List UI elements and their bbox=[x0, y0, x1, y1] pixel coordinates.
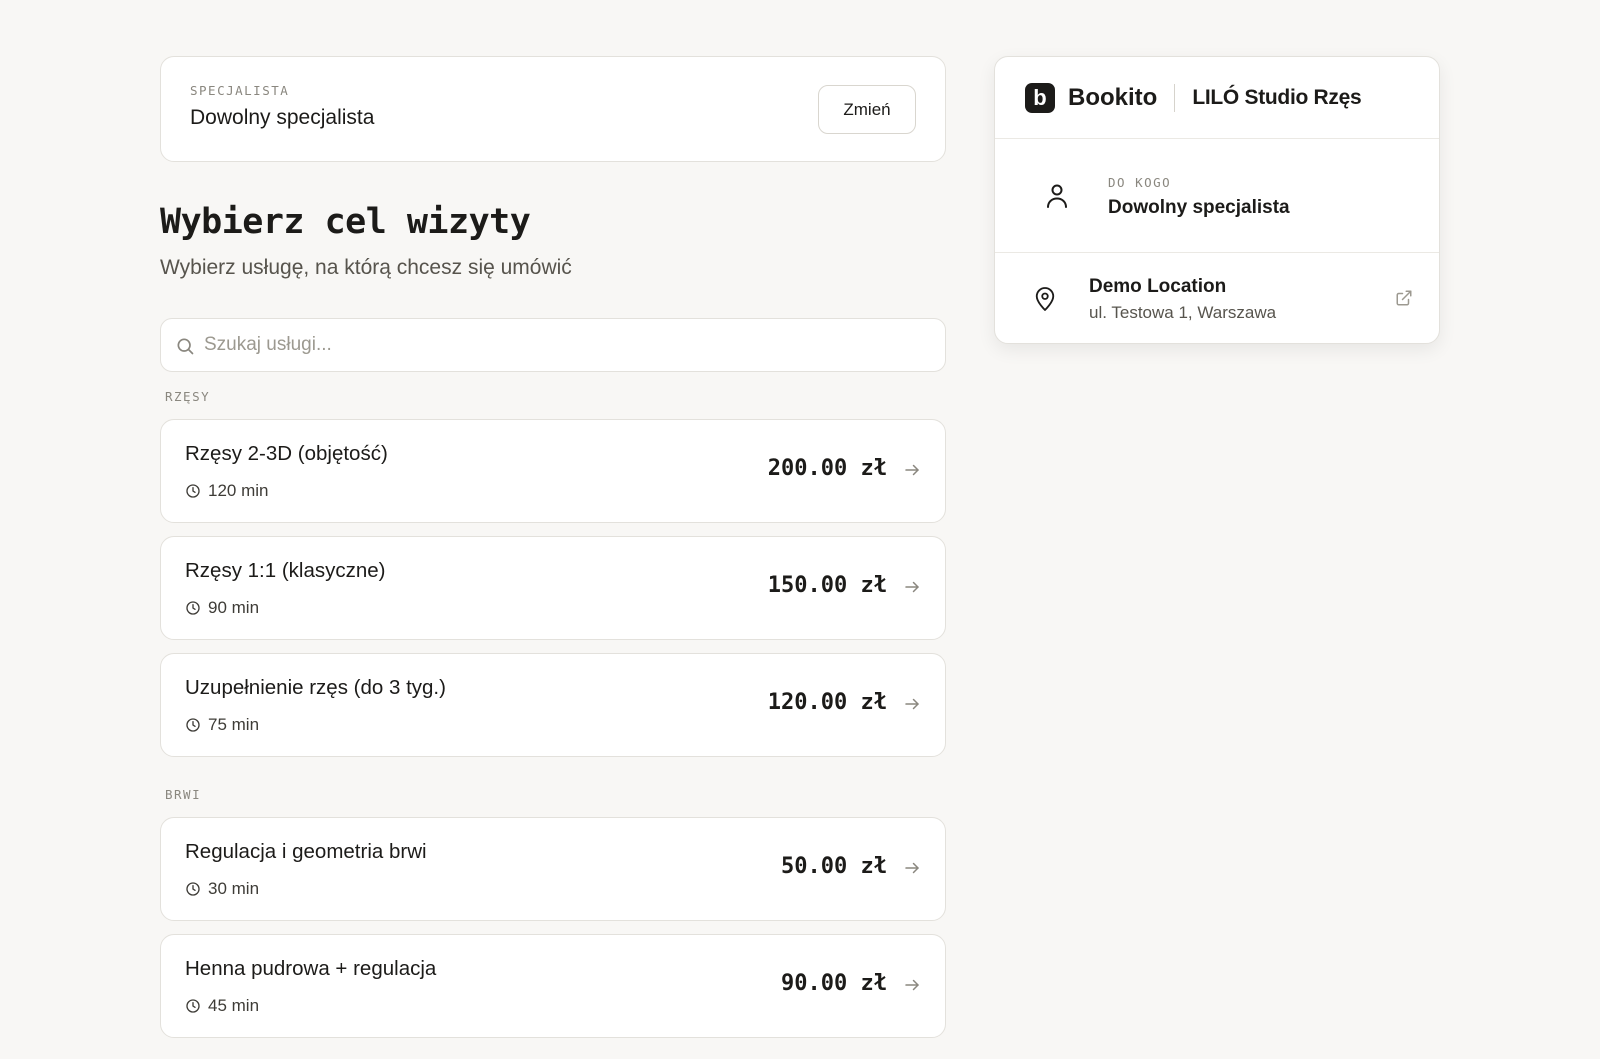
service-card[interactable]: Uzupełnienie rzęs (do 3 tyg.) 75 min 120… bbox=[160, 653, 946, 757]
clock-icon bbox=[186, 882, 200, 896]
service-duration: 75 min bbox=[185, 715, 259, 735]
section-label-rzesy: RZĘSY bbox=[165, 389, 211, 404]
clock-icon bbox=[186, 718, 200, 732]
clock-icon bbox=[186, 484, 200, 498]
specialist-card: SPECJALISTA Dowolny specjalista Zmień bbox=[160, 56, 946, 162]
service-duration: 90 min bbox=[185, 598, 259, 618]
bookito-logo: b bbox=[1025, 82, 1055, 113]
service-price: 120.00 zł bbox=[767, 690, 887, 715]
service-card[interactable]: Regulacja i geometria brwi 30 min 50.00 … bbox=[160, 817, 946, 921]
service-card[interactable]: Rzęsy 1:1 (klasyczne) 90 min 150.00 zł bbox=[160, 536, 946, 640]
specialist-eyebrow: SPECJALISTA bbox=[190, 83, 290, 98]
location-address: ul. Testowa 1, Warszawa bbox=[1089, 303, 1277, 322]
service-name: Rzęsy 1:1 (klasyczne) bbox=[185, 559, 386, 582]
brand-header: b Bookito LILÓ Studio Rzęs bbox=[995, 57, 1439, 139]
service-price: 90.00 zł bbox=[781, 971, 887, 996]
service-duration-text: 120 min bbox=[208, 481, 269, 500]
location-row: Demo Location ul. Testowa 1, Warszawa bbox=[995, 253, 1439, 343]
service-name: Rzęsy 2-3D (objętość) bbox=[185, 442, 388, 465]
page-subtitle: Wybierz usługę, na którą chcesz się umów… bbox=[160, 256, 572, 279]
service-duration-text: 90 min bbox=[208, 598, 260, 617]
service-card[interactable]: Rzęsy 2-3D (objętość) 120 min 200.00 zł bbox=[160, 419, 946, 523]
service-duration: 45 min bbox=[185, 996, 259, 1016]
person-icon bbox=[1047, 184, 1067, 208]
search-icon bbox=[177, 338, 194, 355]
service-duration: 30 min bbox=[185, 879, 259, 899]
clock-icon bbox=[186, 601, 200, 615]
who-eyebrow: DO KOGO bbox=[1108, 175, 1172, 190]
service-price: 50.00 zł bbox=[781, 854, 887, 879]
service-name: Uzupełnienie rzęs (do 3 tyg.) bbox=[185, 676, 446, 699]
service-price: 150.00 zł bbox=[767, 573, 887, 598]
studio-name: LILÓ Studio Rzęs bbox=[1192, 85, 1362, 109]
service-list-rzesy: Rzęsy 2-3D (objętość) 120 min 200.00 zł … bbox=[160, 419, 946, 757]
location-name: Demo Location bbox=[1089, 276, 1227, 297]
section-label-brwi: BRWI bbox=[165, 787, 202, 802]
who-value: Dowolny specjalista bbox=[1108, 197, 1290, 218]
service-duration-text: 45 min bbox=[208, 996, 260, 1015]
brand-name: Bookito bbox=[1068, 83, 1158, 111]
who-row: DO KOGO Dowolny specjalista bbox=[995, 139, 1439, 253]
service-price: 200.00 zł bbox=[767, 456, 887, 481]
search-input[interactable] bbox=[204, 319, 904, 371]
service-duration-text: 75 min bbox=[208, 715, 260, 734]
service-duration-text: 30 min bbox=[208, 879, 260, 898]
clock-icon bbox=[186, 999, 200, 1013]
search-box bbox=[160, 318, 946, 372]
arrow-right-icon bbox=[905, 979, 919, 991]
service-list-brwi: Regulacja i geometria brwi 30 min 50.00 … bbox=[160, 817, 946, 1038]
service-name: Henna pudrowa + regulacja bbox=[185, 957, 437, 980]
map-pin-icon bbox=[1035, 287, 1055, 311]
arrow-right-icon bbox=[905, 464, 919, 476]
arrow-right-icon bbox=[905, 698, 919, 710]
booking-summary-column: b Bookito LILÓ Studio Rzęs DO KOGO Dowol… bbox=[994, 56, 1440, 344]
brand-divider bbox=[1174, 83, 1176, 112]
page-title: Wybierz cel wizyty bbox=[160, 202, 531, 242]
main-column: SPECJALISTA Dowolny specjalista Zmień Wy… bbox=[160, 56, 946, 1051]
arrow-right-icon bbox=[905, 581, 919, 593]
change-specialist-button[interactable]: Zmień bbox=[818, 85, 916, 134]
arrow-right-icon bbox=[905, 862, 919, 874]
service-name: Regulacja i geometria brwi bbox=[185, 840, 427, 863]
service-duration: 120 min bbox=[185, 481, 268, 501]
specialist-name: Dowolny specjalista bbox=[190, 106, 375, 129]
external-link-icon[interactable] bbox=[1395, 289, 1413, 307]
service-card[interactable]: Henna pudrowa + regulacja 45 min 90.00 z… bbox=[160, 934, 946, 1038]
booking-summary-card: b Bookito LILÓ Studio Rzęs DO KOGO Dowol… bbox=[994, 56, 1440, 344]
